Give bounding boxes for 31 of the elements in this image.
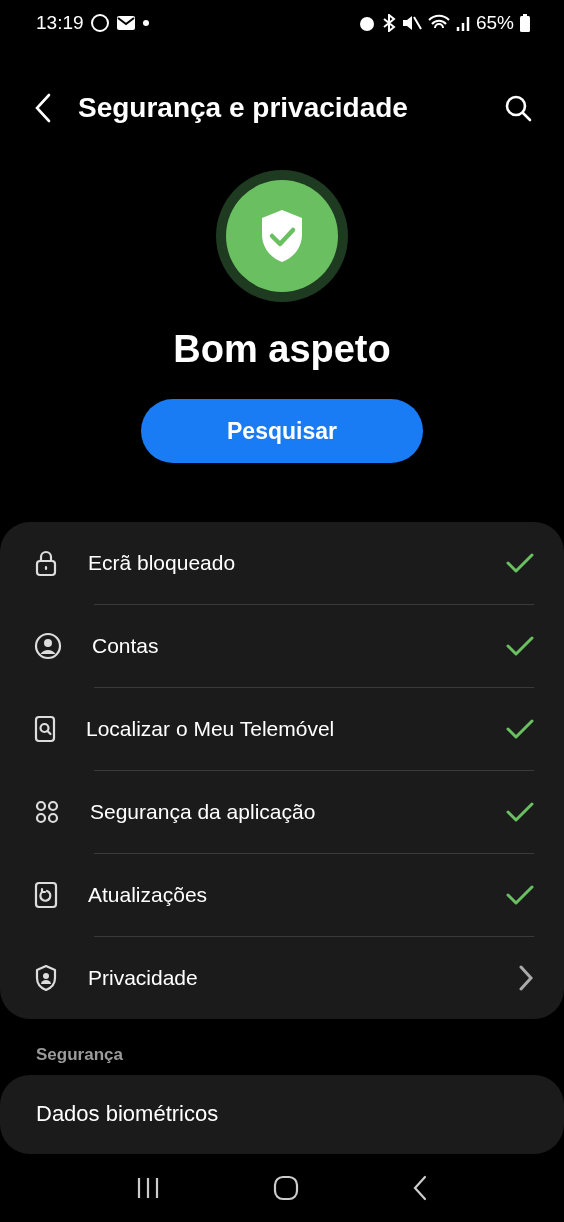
status-text: Bom aspeto xyxy=(173,328,391,372)
scan-button[interactable]: Pesquisar xyxy=(141,399,423,464)
signal-icon xyxy=(455,15,470,32)
settings-item[interactable]: Contas xyxy=(0,605,564,688)
mute-icon xyxy=(401,14,422,33)
battery-icon xyxy=(520,14,530,33)
battery-percent: 65% xyxy=(475,12,514,35)
apps-icon xyxy=(34,799,60,826)
settings-item[interactable]: Ecrã bloqueado xyxy=(0,522,564,605)
settings-item[interactable]: Segurança da aplicação xyxy=(0,771,564,854)
page-title: Segurança e privacidade xyxy=(78,91,409,124)
settings-item[interactable]: Localizar o Meu Telemóvel xyxy=(0,688,564,771)
dot-icon xyxy=(141,19,150,28)
settings-item[interactable]: Privacidade xyxy=(0,937,564,1020)
section-title: Segurança xyxy=(36,1045,124,1066)
check-icon xyxy=(506,719,534,740)
update-icon xyxy=(34,881,58,910)
phone-search-icon xyxy=(34,715,56,744)
settings-item[interactable]: Dados biométricos xyxy=(0,1075,564,1154)
chevron-right-icon xyxy=(518,965,534,992)
account-icon xyxy=(34,632,62,661)
check-icon xyxy=(506,553,534,574)
check-icon xyxy=(506,885,534,906)
lock-icon xyxy=(34,549,58,578)
check-icon xyxy=(506,636,534,657)
status-time: 13:19 xyxy=(36,12,84,35)
settings-item[interactable]: Atualizações xyxy=(0,854,564,937)
bluetooth-icon xyxy=(381,14,396,33)
check-icon xyxy=(506,802,534,823)
shield-person-icon xyxy=(34,964,58,993)
envelope-icon xyxy=(115,15,136,32)
